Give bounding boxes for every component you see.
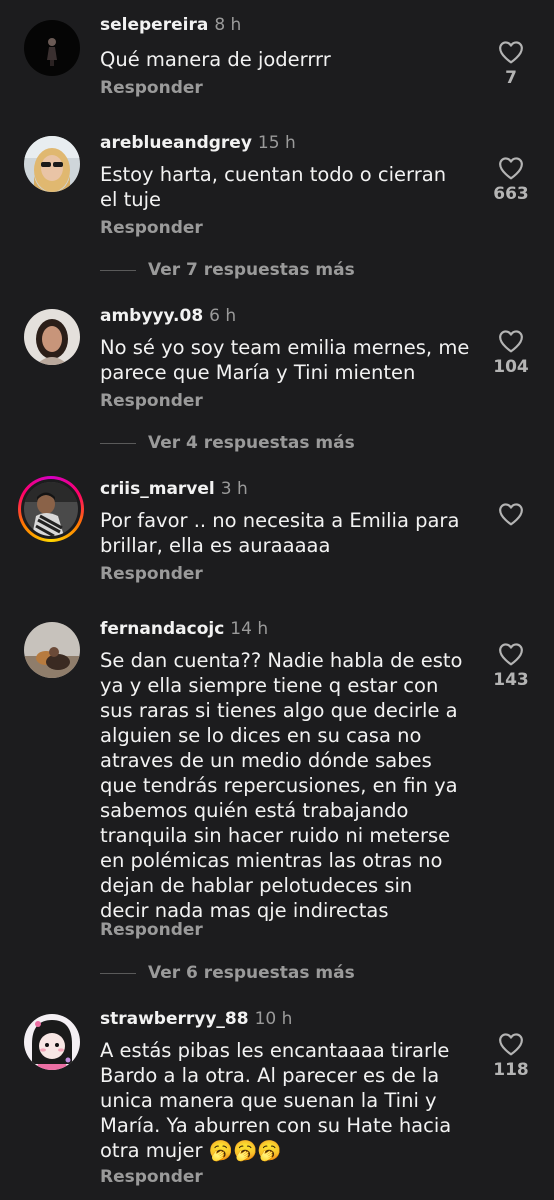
heart-outline-icon	[499, 1033, 523, 1056]
like-count: 7	[505, 68, 517, 88]
comment-header: selepereira 8 h	[100, 14, 241, 36]
comment-line: parece que María y Tini mienten	[100, 361, 416, 384]
username[interactable]: strawberryy_88	[100, 1009, 249, 1029]
timestamp: 8 h	[214, 15, 242, 35]
like-button[interactable]: 663	[488, 156, 534, 204]
comment-line: A estás pibas les encantaaaa tirarle	[100, 1039, 450, 1062]
avatar[interactable]	[24, 622, 80, 678]
comment-text: Se dan cuenta?? Nadie habla de esto ya y…	[100, 648, 475, 923]
like-button[interactable]: 143	[488, 642, 534, 690]
comment-line: Estoy harta, cuentan todo o cierran	[100, 163, 447, 186]
like-count: 663	[493, 184, 529, 204]
comment-header: fernandacojc 14 h	[100, 618, 268, 640]
timestamp: 10 h	[254, 1009, 293, 1029]
username[interactable]: ambyyy.08	[100, 306, 203, 326]
comment-header: criis_marvel 3 h	[100, 478, 248, 500]
comment-item: ambyyy.08 6 h No sé yo soy team emilia me…	[0, 305, 554, 415]
username[interactable]: areblueandgrey	[100, 133, 252, 153]
comment-line: Bardo a la otra. Al parecer es de la	[100, 1064, 440, 1087]
comment-line: sabemos quién está trabajando	[100, 799, 409, 822]
comment-line: otra mujer 🥱🥱🥱	[100, 1139, 282, 1162]
heart-outline-icon	[499, 643, 523, 666]
reply-button[interactable]: Responder	[100, 391, 203, 411]
view-more-replies-label: Ver 7 respuestas más	[148, 260, 355, 280]
divider	[100, 442, 136, 444]
comment-header: ambyyy.08 6 h	[100, 305, 236, 327]
view-more-replies-label: Ver 6 respuestas más	[148, 963, 355, 983]
username[interactable]: selepereira	[100, 15, 208, 35]
comment-header: areblueandgrey 15 h	[100, 132, 296, 154]
timestamp: 6 h	[209, 306, 237, 326]
comment-line: dejan de hablar pelotudeces sin	[100, 874, 413, 897]
divider	[100, 972, 136, 974]
comment-line: ya y ella siempre tiene q estar con	[100, 674, 439, 697]
view-more-replies-label: Ver 4 respuestas más	[148, 433, 355, 453]
heart-outline-icon	[499, 330, 523, 353]
view-more-replies[interactable]: Ver 4 respuestas más	[100, 431, 355, 455]
comment-line: No sé yo soy team emilia mernes, me	[100, 336, 470, 359]
reply-button[interactable]: Responder	[100, 218, 203, 238]
view-more-replies[interactable]: Ver 7 respuestas más	[100, 258, 355, 282]
comment-line: unica manera que suenan la Tini y	[100, 1089, 437, 1112]
username[interactable]: criis_marvel	[100, 479, 215, 499]
avatar[interactable]	[24, 136, 80, 192]
comment-line: Se dan cuenta?? Nadie habla de esto	[100, 649, 463, 672]
comment-line: que tendrás repercusiones, en fin ya	[100, 774, 458, 797]
comment-line: alguien se lo dices en su casa no	[100, 724, 422, 747]
comment-item: fernandacojc 14 h Se dan cuenta?? Nadie h…	[0, 618, 554, 948]
avatar[interactable]	[24, 309, 80, 365]
username[interactable]: fernandacojc	[100, 619, 224, 639]
comment-line: el tuje	[100, 188, 162, 211]
like-button[interactable]: 7	[488, 40, 534, 88]
view-more-replies[interactable]: Ver 6 respuestas más	[100, 961, 355, 985]
comment-line: Por favor .. no necesita a Emilia para	[100, 509, 460, 532]
reply-button[interactable]: Responder	[100, 920, 203, 940]
avatar[interactable]	[24, 1014, 80, 1070]
avatar[interactable]	[24, 20, 80, 76]
like-button[interactable]	[488, 502, 534, 526]
heart-outline-icon	[499, 157, 523, 180]
timestamp: 3 h	[220, 479, 248, 499]
comment-text: Qué manera de joderrrr	[100, 47, 475, 72]
like-count: 118	[493, 1060, 529, 1080]
comment-item: criis_marvel 3 h Por favor .. no necesita…	[0, 476, 554, 588]
comment-line: María. Ya aburren con su Hate hacia	[100, 1114, 452, 1137]
heart-outline-icon	[499, 503, 523, 526]
reply-button[interactable]: Responder	[100, 78, 203, 98]
comment-line: en polémicas mientras las otras no	[100, 849, 443, 872]
divider	[100, 269, 136, 271]
comment-line: sus raras si tienes algo que decirle a	[100, 699, 458, 722]
timestamp: 15 h	[257, 133, 296, 153]
comment-item: strawberryy_88 10 h A estás pibas les enc…	[0, 1008, 554, 1198]
comment-item: selepereira 8 h Qué manera de joderrrr Re…	[0, 14, 554, 104]
reply-button[interactable]: Responder	[100, 564, 203, 584]
reply-button[interactable]: Responder	[100, 1167, 203, 1187]
avatar-image	[24, 482, 78, 536]
like-count: 143	[493, 670, 529, 690]
comment-text: A estás pibas les encantaaaa tirarle Bar…	[100, 1038, 475, 1163]
comment-header: strawberryy_88 10 h	[100, 1008, 292, 1030]
comment-line: atraves de un medio dónde sabes	[100, 749, 432, 772]
comment-line: brillar, ella es auraaaaa	[100, 534, 331, 557]
like-count: 104	[493, 357, 529, 377]
avatar[interactable]	[18, 476, 84, 542]
comment-text: No sé yo soy team emilia mernes, me pare…	[100, 335, 475, 385]
comment-text: Estoy harta, cuentan todo o cierran el t…	[100, 162, 475, 212]
comment-line: Qué manera de joderrrr	[100, 48, 331, 71]
comment-line: tranquila sin hacer ruido ni meterse	[100, 824, 451, 847]
like-button[interactable]: 118	[488, 1032, 534, 1080]
timestamp: 14 h	[230, 619, 269, 639]
like-button[interactable]: 104	[488, 329, 534, 377]
comment-text: Por favor .. no necesita a Emilia para b…	[100, 508, 475, 558]
story-ring	[21, 479, 81, 539]
heart-outline-icon	[499, 41, 523, 64]
